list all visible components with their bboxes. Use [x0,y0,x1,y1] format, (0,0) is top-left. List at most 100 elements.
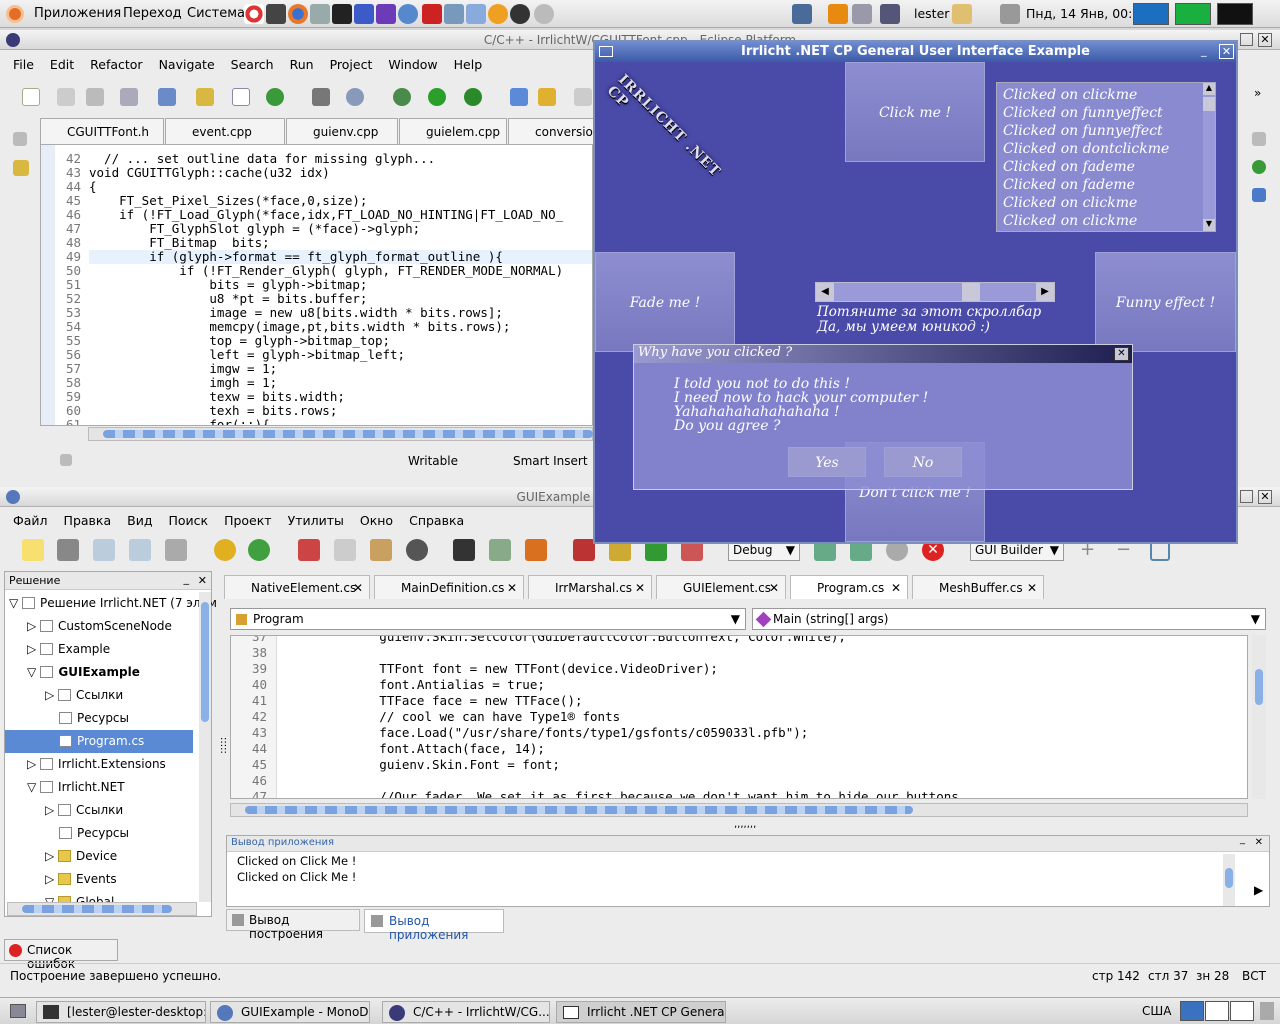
md-menu-view[interactable]: Вид [127,513,152,528]
irrlicht-close-icon[interactable]: ✕ [1219,44,1234,59]
splitter-grip[interactable]: ,,,,,,, [734,819,756,830]
close-icon[interactable]: ✕ [353,581,363,595]
md-paste-icon[interactable] [370,539,392,561]
md-copy-icon[interactable] [334,539,356,561]
list-item[interactable]: Clicked on funnyeffect [1003,122,1203,140]
close-icon[interactable]: ✕ [769,581,779,595]
tab-event-cpp[interactable]: event.cpp [165,118,285,144]
close-icon[interactable]: ✕ [635,581,645,595]
pad-close-icon[interactable]: ✕ [1255,837,1263,848]
md-code-editor[interactable]: 37 guienv.Skin.SetColor(GuiDefaultColor.… [230,635,1248,799]
lifebuoy-icon[interactable] [244,4,264,24]
md-open-icon[interactable] [57,539,79,561]
md-close-icon[interactable]: ✕ [1258,490,1272,504]
chevron-right-icon[interactable]: ▶ [1036,283,1054,301]
ubuntu-logo-icon[interactable] [6,5,24,23]
app-icon-7[interactable] [466,4,486,24]
eclipse-code-editor[interactable]: 42 // ... set outline data for missing g… [40,144,593,426]
toolbar-more-icon[interactable] [574,88,592,106]
list-item[interactable]: Clicked on funnyeffect [1003,104,1203,122]
md-replace-icon[interactable] [525,539,547,561]
yes-button[interactable]: Yes [788,447,866,477]
target-icon[interactable] [346,88,364,106]
display-icon[interactable] [880,4,900,24]
list-item[interactable]: Clicked on dontclickme [1003,140,1203,158]
view-icon-3[interactable] [1252,132,1266,146]
print-icon[interactable] [86,88,104,106]
trash-icon[interactable] [1260,1002,1274,1020]
tree-device[interactable]: ▷ Device [5,845,195,868]
menu-system[interactable]: Система [187,6,245,21]
app-icon-5[interactable] [422,4,442,24]
pager-1[interactable] [1180,1001,1204,1021]
tab-build-output[interactable]: Вывод построения [226,909,360,941]
app-icon-10[interactable] [534,4,554,24]
hammer-icon[interactable] [312,88,330,106]
task-terminal[interactable]: [lester@lester-desktop:... [36,1001,206,1023]
scrollbar-thumb[interactable] [201,602,209,722]
menu-run[interactable]: Run [290,57,314,72]
menu-file[interactable]: File [13,57,34,72]
pager-2[interactable] [1205,1001,1229,1021]
scrollbar-thumb[interactable] [962,283,980,301]
save-icon[interactable] [57,88,75,106]
menu-window[interactable]: Window [388,57,437,72]
md-save-icon[interactable] [93,539,115,561]
new-folder-icon[interactable] [196,88,214,106]
new-project-icon[interactable] [158,88,176,106]
x-tool-icon[interactable] [828,4,848,24]
click-me-button[interactable]: Click me ! [845,62,985,162]
tree-irrlicht-net[interactable]: ▽ Irrlicht.NET [5,776,195,799]
app-icon-1[interactable] [310,4,330,24]
menu-search[interactable]: Search [231,57,274,72]
task-eclipse[interactable]: C/C++ - IrrlichtW/CG... [382,1001,550,1023]
brush-icon[interactable] [538,88,556,106]
external-tools-icon[interactable] [464,88,482,106]
list-item[interactable]: Clicked on fademe [1003,158,1203,176]
app-icon-3[interactable] [376,4,396,24]
no-button[interactable]: No [884,447,962,477]
tab-conversion-cpp[interactable]: conversion.cpp [508,118,593,144]
eclipse-close-icon[interactable]: ✕ [1258,33,1272,47]
chevron-down-icon[interactable]: ▼ [1203,219,1215,231]
search-icon[interactable] [852,4,872,24]
workspace-1[interactable] [1133,3,1169,25]
errors-button[interactable]: Список ошибок [4,939,118,971]
close-icon[interactable]: ✕ [891,581,901,595]
md-undo-icon[interactable] [214,539,236,561]
tree-references-2[interactable]: ▷ Ссылки [5,799,195,822]
show-desktop-icon[interactable] [10,1004,26,1018]
md-redo-icon[interactable] [248,539,270,561]
clock[interactable]: Пнд, 14 Янв, 00:46 [1026,6,1148,21]
scrollbar-thumb[interactable] [22,905,172,913]
app-icon-4[interactable] [398,4,418,24]
output-v-scrollbar[interactable] [1223,854,1235,906]
clicked-listbox[interactable]: Clicked on clickme Clicked on funnyeffec… [996,82,1216,232]
tab-guielement[interactable]: GUIElement.cs ✕ [656,575,786,599]
demo-scrollbar[interactable]: ◀ ▶ [815,282,1055,302]
scrollbar-thumb[interactable] [245,806,913,814]
view-icon-2[interactable] [13,160,29,176]
chevron-left-icon[interactable]: ◀ [816,283,834,301]
new-c-icon[interactable] [266,88,284,106]
class-combo[interactable]: Program ▼ [230,608,746,630]
md-menu-file[interactable]: Файл [13,513,48,528]
monodevelop-window-icon[interactable] [6,490,20,504]
md-new-icon[interactable] [22,539,44,561]
menu-edit[interactable]: Edit [50,57,74,72]
method-combo[interactable]: Main (string[] args) ▼ [752,608,1266,630]
console-icon[interactable] [332,4,352,24]
tab-guienv-cpp[interactable]: guienv.cpp [286,118,398,144]
scrollbar-thumb[interactable] [103,430,593,438]
md-menu-project[interactable]: Проект [224,513,272,528]
username[interactable]: lester [914,6,949,21]
view-icon-5[interactable] [1252,188,1266,202]
scrollbar-thumb[interactable] [1225,868,1233,888]
new-icon[interactable] [22,88,40,106]
tab-cguittfont-h[interactable]: CGUITTFont.h [40,118,164,144]
fade-me-button[interactable]: Fade me ! [595,252,735,352]
irrlicht-window-icon[interactable] [599,46,613,57]
tree-h-scrollbar[interactable] [7,902,197,916]
app-icon-2[interactable] [354,4,374,24]
menu-navigate[interactable]: Navigate [159,57,215,72]
